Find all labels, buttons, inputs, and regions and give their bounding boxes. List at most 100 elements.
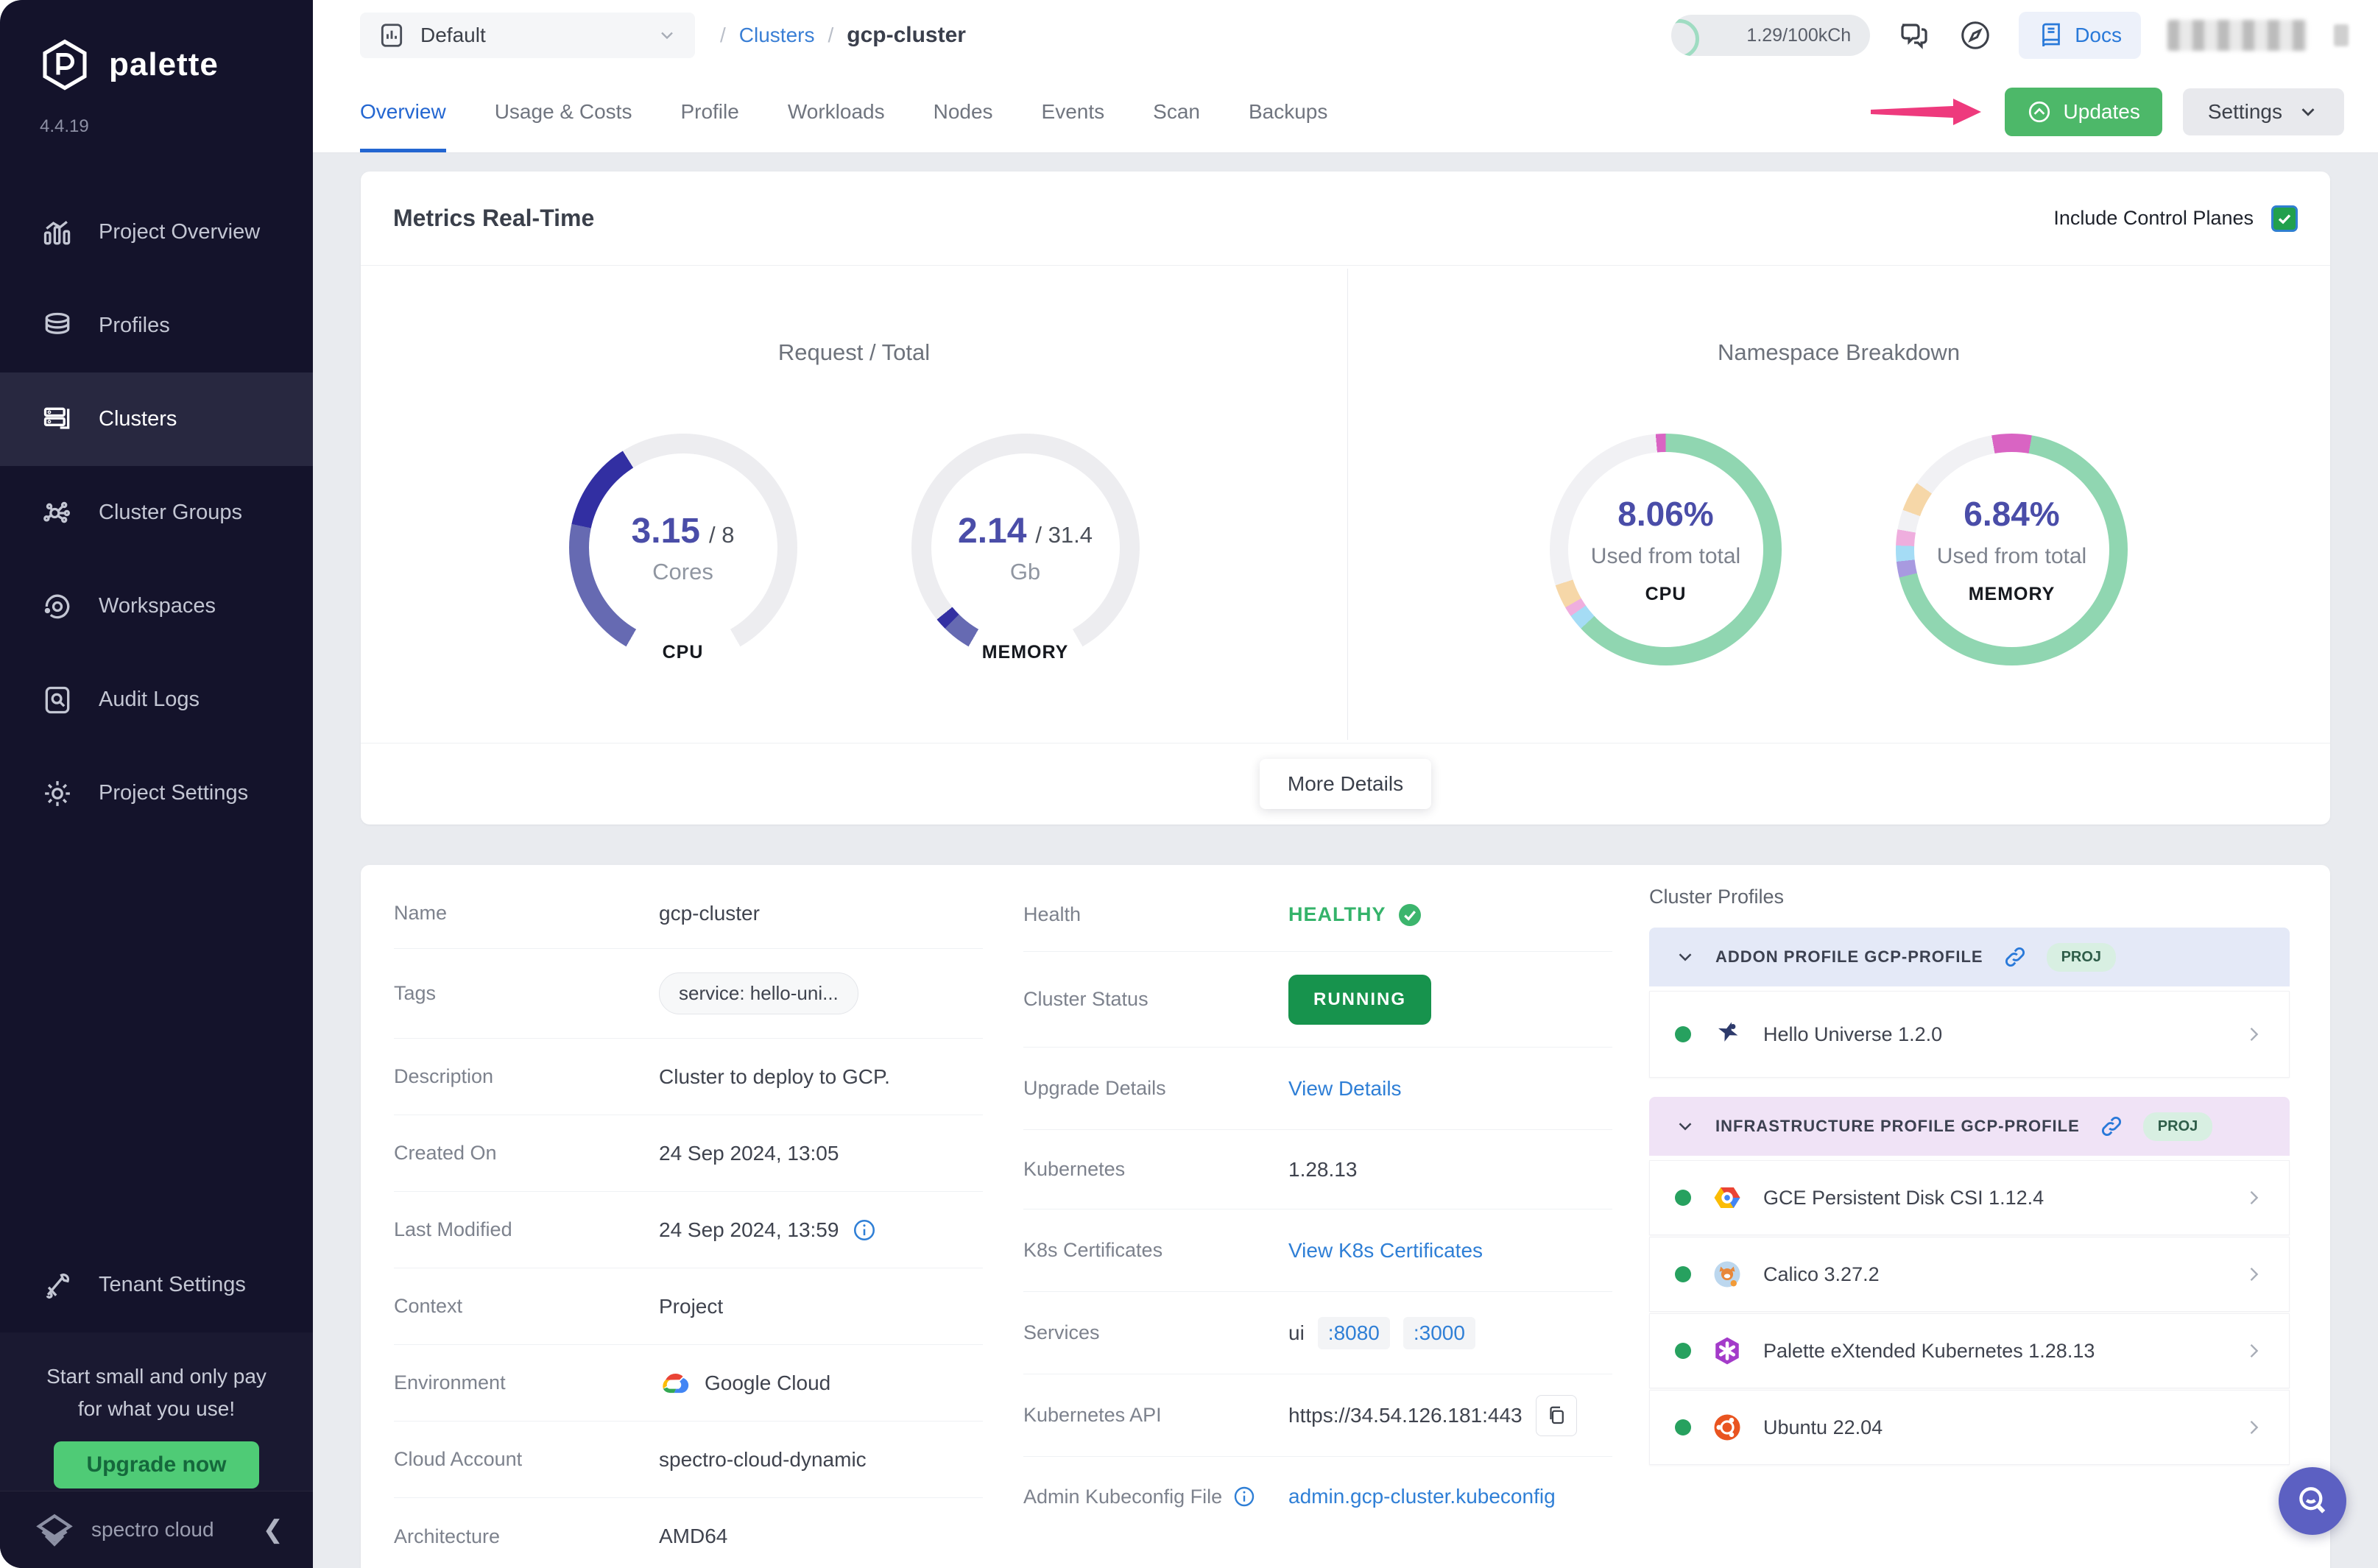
view-k8s-certificates-link[interactable]: View K8s Certificates bbox=[1288, 1239, 1483, 1262]
detail-row-admin-kubeconfig: Admin Kubeconfig File admin.gcp-cluster.… bbox=[1023, 1457, 1612, 1536]
sidebar-tenant: Tenant Settings bbox=[0, 1238, 313, 1332]
docs-button-label: Docs bbox=[2075, 24, 2122, 46]
memory-donut-pct: 6.84% bbox=[1964, 495, 2060, 533]
app-window: palette 4.4.19 Project Overview Profiles bbox=[0, 0, 2378, 1568]
compass-icon bbox=[1958, 18, 1992, 52]
sidebar-nav: Project Overview Profiles Clusters Clust… bbox=[0, 186, 313, 840]
chat-bubbles-icon bbox=[1897, 18, 1932, 53]
cluster-profiles-title: Cluster Profiles bbox=[1649, 886, 1785, 908]
sidebar-item-clusters[interactable]: Clusters bbox=[0, 372, 313, 466]
breadcrumb-slash: / bbox=[828, 24, 834, 46]
sidebar: palette 4.4.19 Project Overview Profiles bbox=[0, 0, 313, 1568]
link-icon[interactable] bbox=[2099, 1114, 2124, 1139]
memory-donut-label: MEMORY bbox=[1968, 584, 2056, 604]
detail-value: AMD64 bbox=[659, 1525, 728, 1547]
healthy-check-icon bbox=[1397, 902, 1423, 928]
sidebar-item-workspaces[interactable]: Workspaces bbox=[0, 559, 313, 653]
sidebar-item-label: Workspaces bbox=[99, 594, 216, 618]
health-status-text: HEALTHY bbox=[1288, 903, 1386, 925]
memory-gauge-unit: Gb bbox=[1009, 558, 1041, 585]
sidebar-item-profiles[interactable]: Profiles bbox=[0, 279, 313, 372]
detail-row-cluster-status: Cluster Status RUNNING bbox=[1023, 952, 1612, 1048]
chevron-right-icon bbox=[2243, 1341, 2264, 1361]
profile-pack-row[interactable]: Calico 3.27.2 bbox=[1649, 1237, 2290, 1312]
profile-pack-row[interactable]: Hello Universe 1.2.0 bbox=[1649, 991, 2290, 1078]
detail-label: Environment bbox=[394, 1371, 506, 1394]
profile-pack-row[interactable]: Palette eXtended Kubernetes 1.28.13 bbox=[1649, 1313, 2290, 1388]
tab-nodes[interactable]: Nodes bbox=[934, 71, 993, 152]
detail-label: Description bbox=[394, 1065, 494, 1087]
sidebar-item-project-overview[interactable]: Project Overview bbox=[0, 186, 313, 279]
infrastructure-profile-header[interactable]: INFRASTRUCTURE PROFILE GCP-PROFILE PROJ bbox=[1649, 1097, 2290, 1156]
chevron-down-icon bbox=[2297, 101, 2319, 123]
explore-button[interactable] bbox=[1958, 18, 1992, 52]
tab-usage-costs[interactable]: Usage & Costs bbox=[495, 71, 632, 152]
more-details-button[interactable]: More Details bbox=[1259, 758, 1432, 809]
service-port-link[interactable]: :8080 bbox=[1317, 1316, 1390, 1349]
info-icon[interactable] bbox=[852, 1218, 877, 1243]
cpu-donut-label: CPU bbox=[1645, 584, 1687, 604]
detail-value: 24 Sep 2024, 13:05 bbox=[659, 1141, 839, 1165]
tag-pill[interactable]: service: hello-uni... bbox=[659, 972, 858, 1014]
user-name-redacted[interactable] bbox=[2167, 20, 2307, 51]
tab-profile[interactable]: Profile bbox=[680, 71, 738, 152]
view-details-link[interactable]: View Details bbox=[1288, 1077, 1402, 1101]
copy-button[interactable] bbox=[1535, 1394, 1577, 1436]
include-control-planes-checkbox[interactable] bbox=[2271, 205, 2298, 232]
sidebar-item-project-settings[interactable]: Project Settings bbox=[0, 746, 313, 840]
include-control-planes-label: Include Control Planes bbox=[2053, 207, 2254, 229]
profile-pack-row[interactable]: Ubuntu 22.04 bbox=[1649, 1390, 2290, 1465]
detail-row-name: Name gcp-cluster bbox=[394, 878, 983, 949]
sidebar-item-cluster-groups[interactable]: Cluster Groups bbox=[0, 466, 313, 559]
proj-badge: PROJ bbox=[2046, 942, 2117, 972]
promo-text: Start small and only pay for what you us… bbox=[46, 1365, 267, 1420]
detail-row-k8s-certificates: K8s Certificates View K8s Certificates bbox=[1023, 1209, 1612, 1292]
cluster-tabbar: Overview Usage & Costs Profile Workloads… bbox=[313, 71, 2378, 153]
project-selector[interactable]: Default bbox=[360, 13, 695, 58]
project-selector-value: Default bbox=[420, 24, 486, 46]
detail-row-health: Health HEALTHY bbox=[1023, 878, 1612, 952]
namespace-breakdown-panel: Namespace Breakdown 8.06% Used from tota… bbox=[1347, 266, 2330, 743]
help-widget-button[interactable] bbox=[2279, 1467, 2346, 1535]
detail-value: 1.28.13 bbox=[1288, 1157, 1358, 1181]
tab-workloads[interactable]: Workloads bbox=[788, 71, 885, 152]
service-name: ui bbox=[1288, 1321, 1305, 1344]
feedback-chat-button[interactable] bbox=[1897, 18, 1932, 53]
updates-button[interactable]: Updates bbox=[2004, 87, 2162, 136]
usage-quota-pill[interactable]: 1.29/100kCh bbox=[1671, 15, 1871, 56]
detail-label: Kubernetes bbox=[1023, 1158, 1126, 1180]
details-middle-column: Health HEALTHY Cluster Status RUNNING Up… bbox=[1023, 878, 1612, 1536]
service-port-link[interactable]: :3000 bbox=[1403, 1316, 1475, 1349]
namespace-breakdown-title: Namespace Breakdown bbox=[1717, 339, 1961, 365]
kubeconfig-download-link[interactable]: admin.gcp-cluster.kubeconfig bbox=[1288, 1485, 1556, 1508]
tab-overview[interactable]: Overview bbox=[360, 71, 446, 152]
profile-pack-row[interactable]: GCE Persistent Disk CSI 1.12.4 bbox=[1649, 1160, 2290, 1235]
breadcrumb-clusters-link[interactable]: Clusters bbox=[739, 24, 815, 47]
sidebar-item-tenant-settings[interactable]: Tenant Settings bbox=[0, 1238, 313, 1332]
tab-backups[interactable]: Backups bbox=[1249, 71, 1327, 152]
ubuntu-icon bbox=[1712, 1412, 1743, 1443]
collapse-sidebar-icon[interactable]: ❮ bbox=[263, 1515, 284, 1544]
upgrade-now-button[interactable]: Upgrade now bbox=[54, 1441, 259, 1488]
tab-events[interactable]: Events bbox=[1042, 71, 1105, 152]
addon-profile-header[interactable]: ADDON PROFILE GCP-PROFILE PROJ bbox=[1649, 928, 2290, 986]
cpu-gauge-unit: Cores bbox=[652, 558, 713, 585]
tab-scan[interactable]: Scan bbox=[1153, 71, 1200, 152]
detail-row-kubernetes-api: Kubernetes API https://34.54.126.181:443 bbox=[1023, 1374, 1612, 1457]
link-icon[interactable] bbox=[2003, 944, 2028, 970]
cpu-gauge-chart: 3.15 / 8 Cores CPU bbox=[568, 434, 797, 663]
pack-name: Palette eXtended Kubernetes 1.28.13 bbox=[1763, 1339, 2095, 1362]
tabs: Overview Usage & Costs Profile Workloads… bbox=[360, 71, 1327, 152]
detail-value: Google Cloud bbox=[705, 1371, 831, 1394]
info-icon[interactable] bbox=[1232, 1485, 1256, 1508]
docs-button[interactable]: Docs bbox=[2019, 12, 2141, 59]
sidebar-item-audit-logs[interactable]: Audit Logs bbox=[0, 653, 313, 746]
updates-button-label: Updates bbox=[2063, 99, 2140, 123]
metrics-title: Metrics Real-Time bbox=[393, 205, 595, 231]
settings-button[interactable]: Settings bbox=[2182, 88, 2344, 135]
breadcrumb: / Clusters / gcp-cluster bbox=[720, 23, 966, 48]
detail-row-created-on: Created On 24 Sep 2024, 13:05 bbox=[394, 1115, 983, 1192]
user-menu-redacted[interactable] bbox=[2334, 24, 2349, 46]
sidebar-item-label: Profiles bbox=[99, 314, 170, 337]
spectro-cloud-logo-icon bbox=[34, 1509, 75, 1550]
